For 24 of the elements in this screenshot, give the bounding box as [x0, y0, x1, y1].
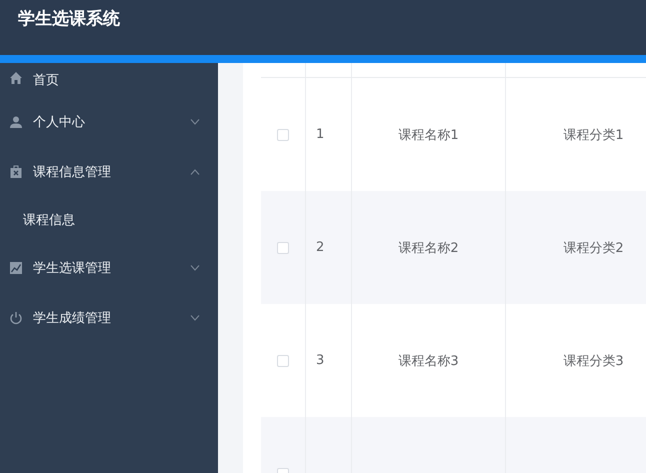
- table-cell-text: 课程分类3: [563, 352, 624, 370]
- menu-item[interactable]: 学生选课管理: [0, 243, 218, 293]
- row-checkbox[interactable]: [277, 354, 289, 366]
- table-cell-text: 课程名称1: [398, 126, 459, 144]
- home-icon: [9, 71, 23, 85]
- row-number: 1: [316, 127, 324, 142]
- submenu-item[interactable]: 课程信息: [0, 197, 218, 243]
- table-cell-text: 课程分类1: [563, 126, 624, 144]
- row-number: 3: [316, 353, 324, 368]
- table-cell-text: 课程名称3: [398, 352, 459, 370]
- row-checkbox[interactable]: [277, 242, 289, 254]
- table-cell-text: 课程名称2: [398, 240, 459, 256]
- chart-icon: [9, 261, 23, 275]
- person-icon: [9, 115, 23, 129]
- briefcase-icon: [9, 165, 23, 179]
- menu-item[interactable]: 首页: [0, 63, 218, 97]
- row-checkbox[interactable]: [277, 128, 289, 140]
- menu-item[interactable]: 个人中心: [0, 97, 218, 147]
- menu-item[interactable]: 学生成绩管理: [0, 293, 218, 343]
- row-number: 2: [316, 240, 324, 255]
- table-cell-text: 课程分类2: [563, 240, 624, 256]
- app-title: 学生选课系统: [18, 8, 120, 30]
- power-icon: [9, 311, 23, 325]
- menu-item[interactable]: 课程信息管理: [0, 147, 218, 197]
